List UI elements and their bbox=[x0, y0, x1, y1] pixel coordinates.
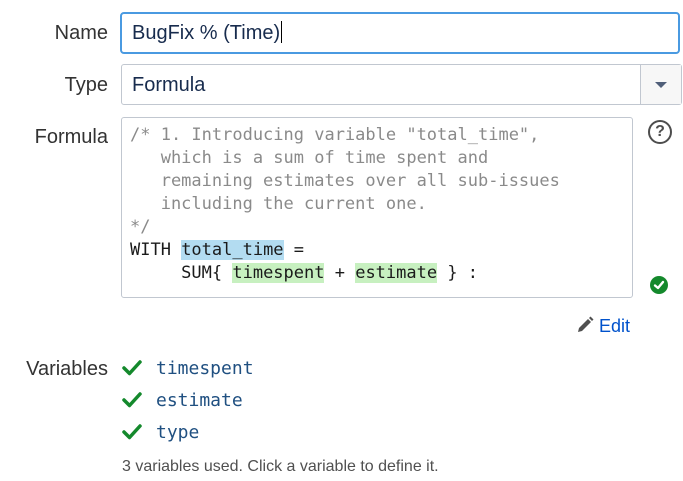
variable-name[interactable]: estimate bbox=[156, 390, 243, 411]
assign-operator: = bbox=[283, 240, 305, 260]
formula-comment-line: including the current one. bbox=[130, 194, 427, 214]
plus-operator: + bbox=[324, 263, 356, 283]
chevron-down-icon[interactable] bbox=[640, 65, 681, 104]
variables-label: Variables bbox=[26, 358, 108, 380]
name-input[interactable]: BugFix % (Time) bbox=[120, 12, 680, 54]
with-keyword: WITH bbox=[130, 240, 182, 260]
formula-label: Formula bbox=[34, 126, 108, 148]
check-icon bbox=[122, 424, 142, 440]
text-caret bbox=[281, 21, 283, 43]
variable-name[interactable]: timespent bbox=[156, 358, 254, 379]
formula-comment-line: */ bbox=[130, 217, 151, 237]
variable-total-time[interactable]: total_time bbox=[181, 240, 284, 260]
formula-with-line: WITH total_time = bbox=[130, 239, 560, 262]
term-timespent[interactable]: timespent bbox=[232, 263, 325, 283]
formula-sum-line: SUM{ timespent + estimate } : bbox=[130, 262, 560, 285]
variable-item[interactable]: type bbox=[122, 422, 199, 443]
formula-comment-line: remaining estimates over all sub-issues bbox=[130, 171, 560, 191]
name-label: Name bbox=[54, 22, 108, 44]
variable-name[interactable]: type bbox=[156, 422, 199, 443]
help-icon[interactable]: ? bbox=[648, 120, 672, 144]
formula-editor[interactable]: /* 1. Introducing variable "total_time",… bbox=[121, 117, 633, 298]
variable-item[interactable]: timespent bbox=[122, 358, 254, 379]
edit-label: Edit bbox=[599, 316, 631, 336]
variable-item[interactable]: estimate bbox=[122, 390, 243, 411]
type-label: Type bbox=[64, 74, 108, 96]
check-icon bbox=[122, 392, 142, 408]
name-input-value: BugFix % (Time) bbox=[132, 22, 281, 44]
pencil-icon bbox=[578, 316, 594, 332]
variables-note: 3 variables used. Click a variable to de… bbox=[122, 458, 439, 475]
valid-check-icon bbox=[650, 276, 668, 294]
sum-prefix: SUM{ bbox=[130, 263, 233, 283]
sum-suffix: } : bbox=[437, 263, 479, 283]
edit-link[interactable]: Edit bbox=[576, 316, 630, 337]
term-estimate[interactable]: estimate bbox=[355, 263, 438, 283]
type-select[interactable]: Formula bbox=[121, 64, 682, 105]
formula-comment-line: /* 1. Introducing variable "total_time", bbox=[130, 125, 540, 145]
type-select-value: Formula bbox=[132, 74, 206, 96]
formula-code: /* 1. Introducing variable "total_time",… bbox=[130, 124, 560, 285]
formula-comment-line: which is a sum of time spent and bbox=[130, 148, 489, 168]
check-icon bbox=[122, 360, 142, 376]
